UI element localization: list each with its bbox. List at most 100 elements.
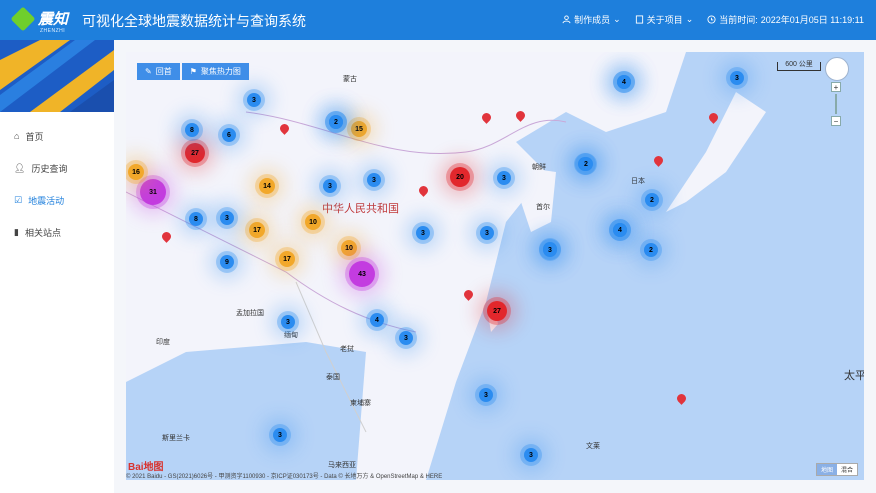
earthquake-cluster[interactable]: 3 [730, 71, 744, 85]
chevron-down-icon: ⌄ [613, 14, 621, 24]
earthquake-cluster[interactable]: 3 [323, 179, 337, 193]
earthquake-cluster[interactable]: 3 [497, 171, 511, 185]
label-cambodia: 柬埔寨 [350, 400, 371, 407]
earthquake-cluster[interactable]: 2 [644, 243, 658, 257]
time-value: 2022年01月05日 11:19:11 [760, 15, 864, 25]
earthquake-cluster[interactable]: 3 [281, 315, 295, 329]
about-label: 关于项目 [646, 15, 683, 25]
heatmap-button[interactable]: ⚑ 聚焦热力图 [181, 63, 249, 80]
earthquake-cluster[interactable]: 2 [329, 115, 343, 129]
sidebar-item-home[interactable]: ⌂ 首页 [0, 120, 114, 152]
home-icon: ⌂ [14, 131, 20, 141]
earthquake-map[interactable]: 中华人民共和国 蒙古 朝鲜 首尔 日本 印度 缅甸 老挝 泰国 柬埔寨 马来西亚… [126, 52, 864, 480]
earthquake-cluster[interactable]: 3 [399, 331, 413, 345]
label-sri-lanka: 斯里兰卡 [162, 435, 190, 442]
map-copyright: © 2021 Baidu - GS(2021)6026号 - 甲测资字11009… [126, 474, 443, 480]
earthquake-cluster[interactable]: 2 [579, 157, 593, 171]
clock-icon [707, 15, 716, 24]
earthquake-cluster[interactable]: 3 [367, 173, 381, 187]
earthquake-cluster[interactable]: 8 [189, 212, 203, 226]
logo-text: 震知 [38, 11, 69, 28]
label-seoul: 首尔 [536, 204, 550, 211]
label-laos: 老挝 [340, 346, 354, 353]
earthquake-cluster[interactable]: 16 [128, 164, 144, 180]
zoom-in-button[interactable]: + [831, 82, 841, 92]
back-button[interactable]: ✎ 回首 [137, 63, 180, 80]
label-korea-north: 朝鲜 [532, 164, 546, 171]
earthquake-cluster[interactable]: 2 [645, 193, 659, 207]
earthquake-cluster[interactable]: 20 [450, 167, 470, 187]
earthquake-cluster[interactable]: 6 [222, 128, 236, 142]
label-pacific: 太平 [844, 370, 864, 382]
sidebar-item-label: 相关站点 [24, 227, 61, 238]
sidebar-banner [0, 40, 114, 112]
label-thailand: 泰国 [326, 374, 340, 381]
bar-icon: ▮ [14, 226, 19, 237]
sidebar-nav: ⌂ 首页 👤︎ 历史查询 ☑ 地震活动 ▮ 相关站点 [0, 120, 114, 248]
members-label: 制作成员 [574, 15, 611, 25]
logo-subtext: ZHENZHI [40, 28, 66, 34]
earthquake-cluster[interactable]: 17 [249, 222, 265, 238]
earthquake-cluster[interactable]: 4 [617, 75, 631, 89]
earthquake-cluster[interactable]: 27 [487, 301, 507, 321]
earthquake-cluster[interactable]: 17 [279, 251, 295, 267]
sidebar-item-history[interactable]: 👤︎ 历史查询 [0, 152, 114, 184]
edit-icon: ✎ [145, 67, 152, 76]
label-myanmar: 缅甸 [284, 332, 298, 339]
earthquake-cluster[interactable]: 31 [140, 179, 166, 205]
map-type-hybrid[interactable]: 混合 [837, 464, 858, 475]
label-brunei: 文莱 [586, 443, 600, 450]
earthquake-cluster[interactable]: 4 [613, 223, 627, 237]
earthquake-cluster[interactable]: 4 [370, 313, 384, 327]
earthquake-cluster[interactable]: 27 [185, 143, 205, 163]
check-icon: ☑ [14, 194, 23, 205]
heatmap-label: 聚焦热力图 [200, 67, 241, 76]
sidebar-item-label: 首页 [25, 131, 44, 142]
current-time: 当前时间: 2022年01月05日 11:19:11 [707, 13, 864, 26]
time-prefix: 当前时间: [719, 15, 758, 25]
zoom-control: + − [831, 82, 841, 130]
user-icon [562, 15, 571, 24]
earthquake-cluster[interactable]: 8 [185, 123, 199, 137]
zoom-slider[interactable] [835, 94, 837, 114]
earthquake-cluster[interactable]: 3 [524, 448, 538, 462]
earthquake-cluster[interactable]: 9 [220, 255, 234, 269]
document-icon [635, 15, 643, 24]
earthquake-cluster[interactable]: 3 [479, 388, 493, 402]
earthquake-cluster[interactable]: 3 [480, 226, 494, 240]
label-india: 印度 [156, 339, 170, 346]
logo-icon [10, 6, 36, 32]
country-label-china: 中华人民共和国 [322, 203, 399, 215]
earthquake-cluster[interactable]: 3 [247, 93, 261, 107]
label-japan: 日本 [631, 178, 645, 185]
sidebar-item-stations[interactable]: ▮ 相关站点 [0, 216, 114, 248]
sidebar-item-label: 地震活动 [28, 195, 65, 206]
earthquake-cluster[interactable]: 3 [543, 243, 557, 257]
map-scale: 600 公里 [777, 61, 821, 71]
members-menu[interactable]: 制作成员 ⌄ [562, 13, 621, 26]
earthquake-cluster[interactable]: 14 [259, 178, 275, 194]
earthquake-cluster[interactable]: 15 [351, 121, 367, 137]
pan-control[interactable] [825, 57, 849, 81]
chevron-down-icon: ⌄ [685, 14, 694, 24]
earthquake-cluster[interactable]: 43 [349, 261, 375, 287]
back-label: 回首 [155, 67, 172, 76]
map-type-map[interactable]: 地图 [817, 464, 838, 475]
label-mongolia: 蒙古 [343, 76, 357, 83]
earthquake-cluster[interactable]: 3 [220, 211, 234, 225]
app-title: 可视化全球地震数据统计与查询系统 [82, 13, 306, 29]
sidebar: ⌂ 首页 👤︎ 历史查询 ☑ 地震活动 ▮ 相关站点 [0, 40, 115, 493]
about-menu[interactable]: 关于项目 ⌄ [635, 13, 694, 26]
label-malaysia: 马来西亚 [328, 462, 356, 469]
earthquake-cluster[interactable]: 3 [416, 226, 430, 240]
zoom-out-button[interactable]: − [831, 116, 841, 126]
earthquake-cluster[interactable]: 10 [305, 214, 321, 230]
earthquake-cluster[interactable]: 3 [273, 428, 287, 442]
sidebar-item-activity[interactable]: ☑ 地震活动 [0, 184, 114, 216]
app-logo[interactable]: 震知 ZHENZHI [10, 6, 69, 34]
map-basemap [126, 52, 864, 480]
earthquake-cluster[interactable]: 10 [341, 240, 357, 256]
user-icon: 👤︎ [14, 162, 26, 173]
sidebar-item-label: 历史查询 [31, 163, 68, 174]
label-bangladesh: 孟加拉国 [236, 310, 264, 317]
